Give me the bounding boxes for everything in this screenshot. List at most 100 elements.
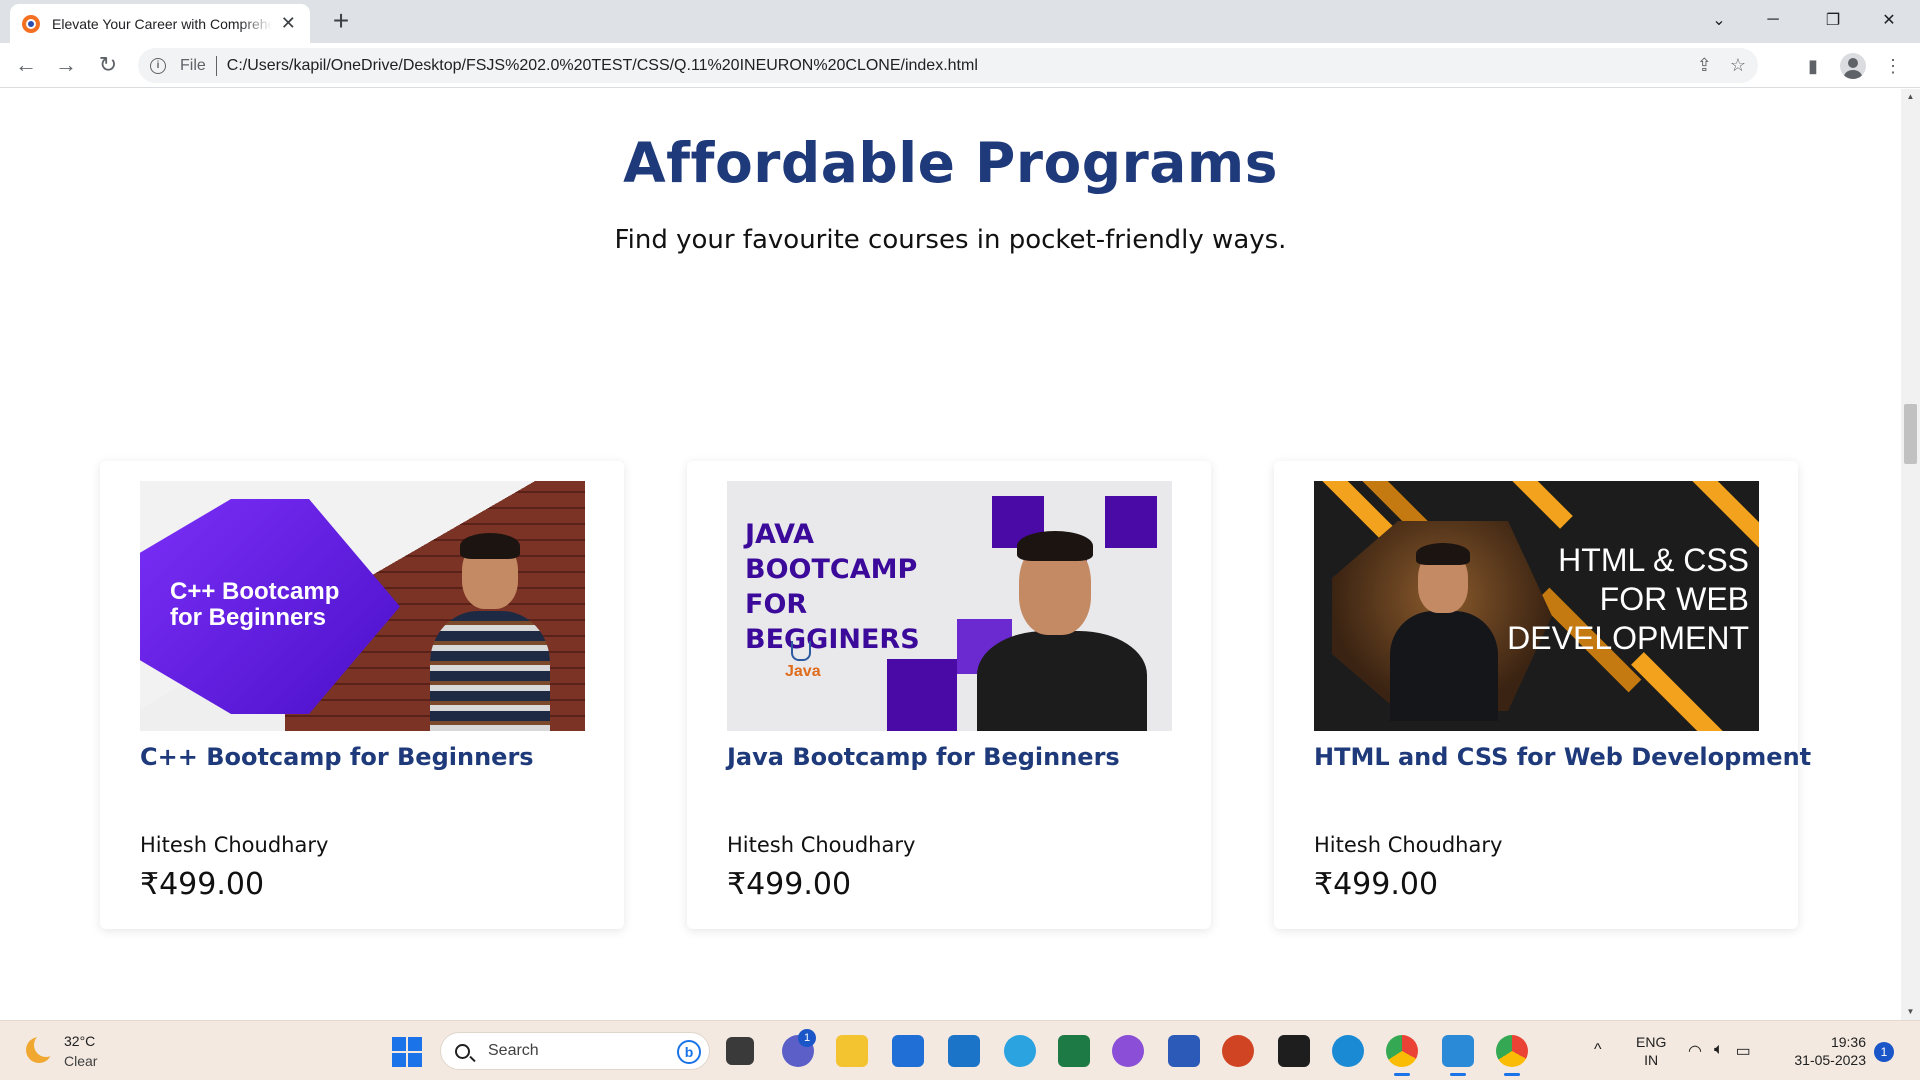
url-text[interactable]: C:/Users/kapil/OneDrive/Desktop/FSJS%202… — [227, 57, 978, 75]
search-icon — [455, 1043, 470, 1059]
thumbnail-text: C++ Bootcamp for Beginners — [170, 579, 339, 631]
wifi-icon[interactable]: ◠ — [1688, 1041, 1702, 1061]
instructor-photo — [957, 511, 1157, 731]
side-panel-icon[interactable]: ▮ — [1800, 53, 1826, 79]
moon-weather-icon[interactable] — [26, 1033, 58, 1063]
course-card[interactable]: JAVA BOOTCAMP FOR BEGGINERS Java Java Bo… — [687, 461, 1211, 929]
forward-arrow-icon[interactable]: → — [52, 51, 80, 79]
course-thumbnail[interactable]: JAVA BOOTCAMP FOR BEGGINERS Java — [727, 481, 1172, 731]
word-icon[interactable] — [1168, 1035, 1200, 1067]
scroll-down-arrow-icon[interactable]: ▼ — [1901, 1004, 1920, 1020]
profile-button[interactable] — [1840, 53, 1866, 79]
search-placeholder: Search — [488, 1042, 539, 1059]
system-tray: ◠ 🔈︎ ▭ — [1688, 1041, 1751, 1061]
file-explorer-icon[interactable] — [836, 1035, 868, 1067]
course-title[interactable]: C++ Bootcamp for Beginners — [140, 743, 534, 771]
browser-tab[interactable]: Elevate Your Career with Comprehensive ✕ — [10, 4, 310, 43]
chrome-icon[interactable] — [1386, 1035, 1418, 1076]
tab-title: Elevate Your Career with Comprehensive — [52, 15, 273, 32]
battery-icon[interactable]: ▭ — [1736, 1041, 1751, 1061]
url-scheme-label: File — [180, 56, 206, 74]
course-card[interactable]: HTML & CSS FOR WEB DEVELOPMENT HTML and … — [1274, 461, 1811, 929]
edge-icon[interactable] — [1332, 1035, 1364, 1067]
tab-strip: Elevate Your Career with Comprehensive ✕… — [0, 0, 1920, 43]
microsoft-store-icon[interactable] — [892, 1035, 924, 1067]
thumbnail-text-line: DEVELOPMENT — [1507, 620, 1749, 656]
thumbnail-text-line: HTML & CSS — [1558, 542, 1749, 578]
section-subtitle: Find your favourite courses in pocket-fr… — [614, 225, 1287, 255]
decorative-square — [887, 659, 957, 731]
copilot-icon[interactable] — [1112, 1035, 1144, 1067]
thumbnail-text-line: FOR WEB — [1599, 581, 1749, 617]
thumbnail-text-line: FOR — [745, 589, 808, 620]
thumbnail-text: JAVA BOOTCAMP FOR BEGGINERS — [745, 517, 920, 657]
notification-count-badge[interactable]: 1 — [1874, 1042, 1894, 1062]
tray-overflow-chevron-icon[interactable]: ^ — [1594, 1041, 1602, 1059]
windows-start-icon[interactable] — [392, 1037, 422, 1067]
section-title: Affordable Programs — [623, 131, 1278, 195]
browser-toolbar: ← → ↻ i File C:/Users/kapil/OneDrive/Des… — [0, 43, 1920, 88]
thumbnail-text: HTML & CSS FOR WEB DEVELOPMENT — [1507, 541, 1749, 658]
clock-date: 31-05-2023 — [1794, 1052, 1866, 1068]
thumbnail-text-line: for Beginners — [170, 604, 327, 631]
powerpoint-icon[interactable] — [1222, 1035, 1254, 1067]
site-info-icon[interactable]: i — [150, 57, 166, 74]
course-author: Hitesh Choudhary — [1314, 833, 1503, 857]
share-icon[interactable]: ⇪ — [1697, 55, 1712, 76]
scroll-up-arrow-icon[interactable]: ▲ — [1901, 89, 1920, 105]
thumbnail-text-line: JAVA — [745, 519, 815, 550]
excel-icon[interactable] — [1058, 1035, 1090, 1067]
back-arrow-icon[interactable]: ← — [12, 51, 40, 79]
region-code: IN — [1644, 1052, 1659, 1068]
page-viewport: Affordable Programs Find your favourite … — [0, 89, 1901, 1020]
course-thumbnail[interactable]: HTML & CSS FOR WEB DEVELOPMENT — [1314, 481, 1759, 731]
language-code: ENG — [1636, 1034, 1667, 1050]
course-title[interactable]: Java Bootcamp for Beginners — [727, 743, 1120, 771]
reload-icon[interactable]: ↻ — [94, 51, 122, 79]
bookmark-star-icon[interactable]: ☆ — [1730, 55, 1746, 76]
course-price: ₹499.00 — [727, 867, 852, 902]
clock[interactable]: 19:36 31-05-2023 — [1786, 1033, 1866, 1069]
browser-menu-icon[interactable]: ⋮ — [1880, 53, 1906, 79]
instructor-photo — [420, 521, 560, 731]
weather-temperature[interactable]: 32°C — [64, 1033, 95, 1049]
chat-badge: 1 — [798, 1029, 816, 1047]
site-favicon-icon — [22, 14, 40, 33]
decorative-stripe — [1631, 652, 1757, 731]
omnibox-actions: ⇪ ☆ — [1697, 55, 1746, 76]
restore-button[interactable]: ❐ — [1810, 0, 1856, 40]
course-author: Hitesh Choudhary — [727, 833, 916, 857]
address-bar[interactable]: i File C:/Users/kapil/OneDrive/Desktop/F… — [138, 48, 1758, 83]
thumbnail-text-line: BEGGINERS — [745, 624, 920, 655]
close-tab-icon[interactable]: ✕ — [278, 13, 298, 34]
thumbnail-text-line: BOOTCAMP — [745, 554, 918, 585]
course-thumbnail[interactable]: C++ Bootcamp for Beginners — [140, 481, 585, 731]
course-price: ₹499.00 — [140, 867, 265, 902]
tab-search-chevron-icon[interactable]: ⌄ — [1696, 0, 1742, 40]
course-title[interactable]: HTML and CSS for Web Development — [1314, 743, 1811, 771]
close-window-button[interactable]: ✕ — [1866, 0, 1912, 40]
thumbnail-text-line: C++ Bootcamp — [170, 578, 340, 605]
new-tab-button[interactable]: + — [326, 6, 356, 36]
volume-icon[interactable]: 🔈︎ — [1714, 1041, 1724, 1061]
vertical-scrollbar[interactable]: ▲ ▼ — [1901, 89, 1920, 1020]
hp-support-icon[interactable] — [1004, 1035, 1036, 1067]
java-logo-text: Java — [785, 663, 821, 680]
course-card[interactable]: C++ Bootcamp for Beginners C++ Bootcamp … — [100, 461, 624, 929]
weather-condition[interactable]: Clear — [64, 1053, 97, 1069]
clock-time: 19:36 — [1830, 1034, 1866, 1050]
task-view-icon[interactable] — [726, 1037, 754, 1065]
minimize-button[interactable]: ─ — [1750, 0, 1796, 40]
course-author: Hitesh Choudhary — [140, 833, 329, 857]
myhp-icon[interactable] — [948, 1035, 980, 1067]
vscode-icon[interactable] — [1442, 1035, 1474, 1076]
chrome-icon[interactable] — [1496, 1035, 1528, 1076]
bing-icon[interactable]: b — [677, 1040, 701, 1064]
terminal-icon[interactable] — [1278, 1035, 1310, 1067]
course-price: ₹499.00 — [1314, 867, 1439, 902]
windows-taskbar: 32°C Clear Search b 1 ^ ENG IN ◠ 🔈︎ ▭ 19… — [0, 1020, 1920, 1080]
scrollbar-thumb[interactable] — [1904, 404, 1917, 464]
taskbar-search-box[interactable]: Search b — [440, 1032, 710, 1070]
url-separator — [215, 55, 217, 76]
input-language[interactable]: ENG IN — [1636, 1033, 1666, 1069]
